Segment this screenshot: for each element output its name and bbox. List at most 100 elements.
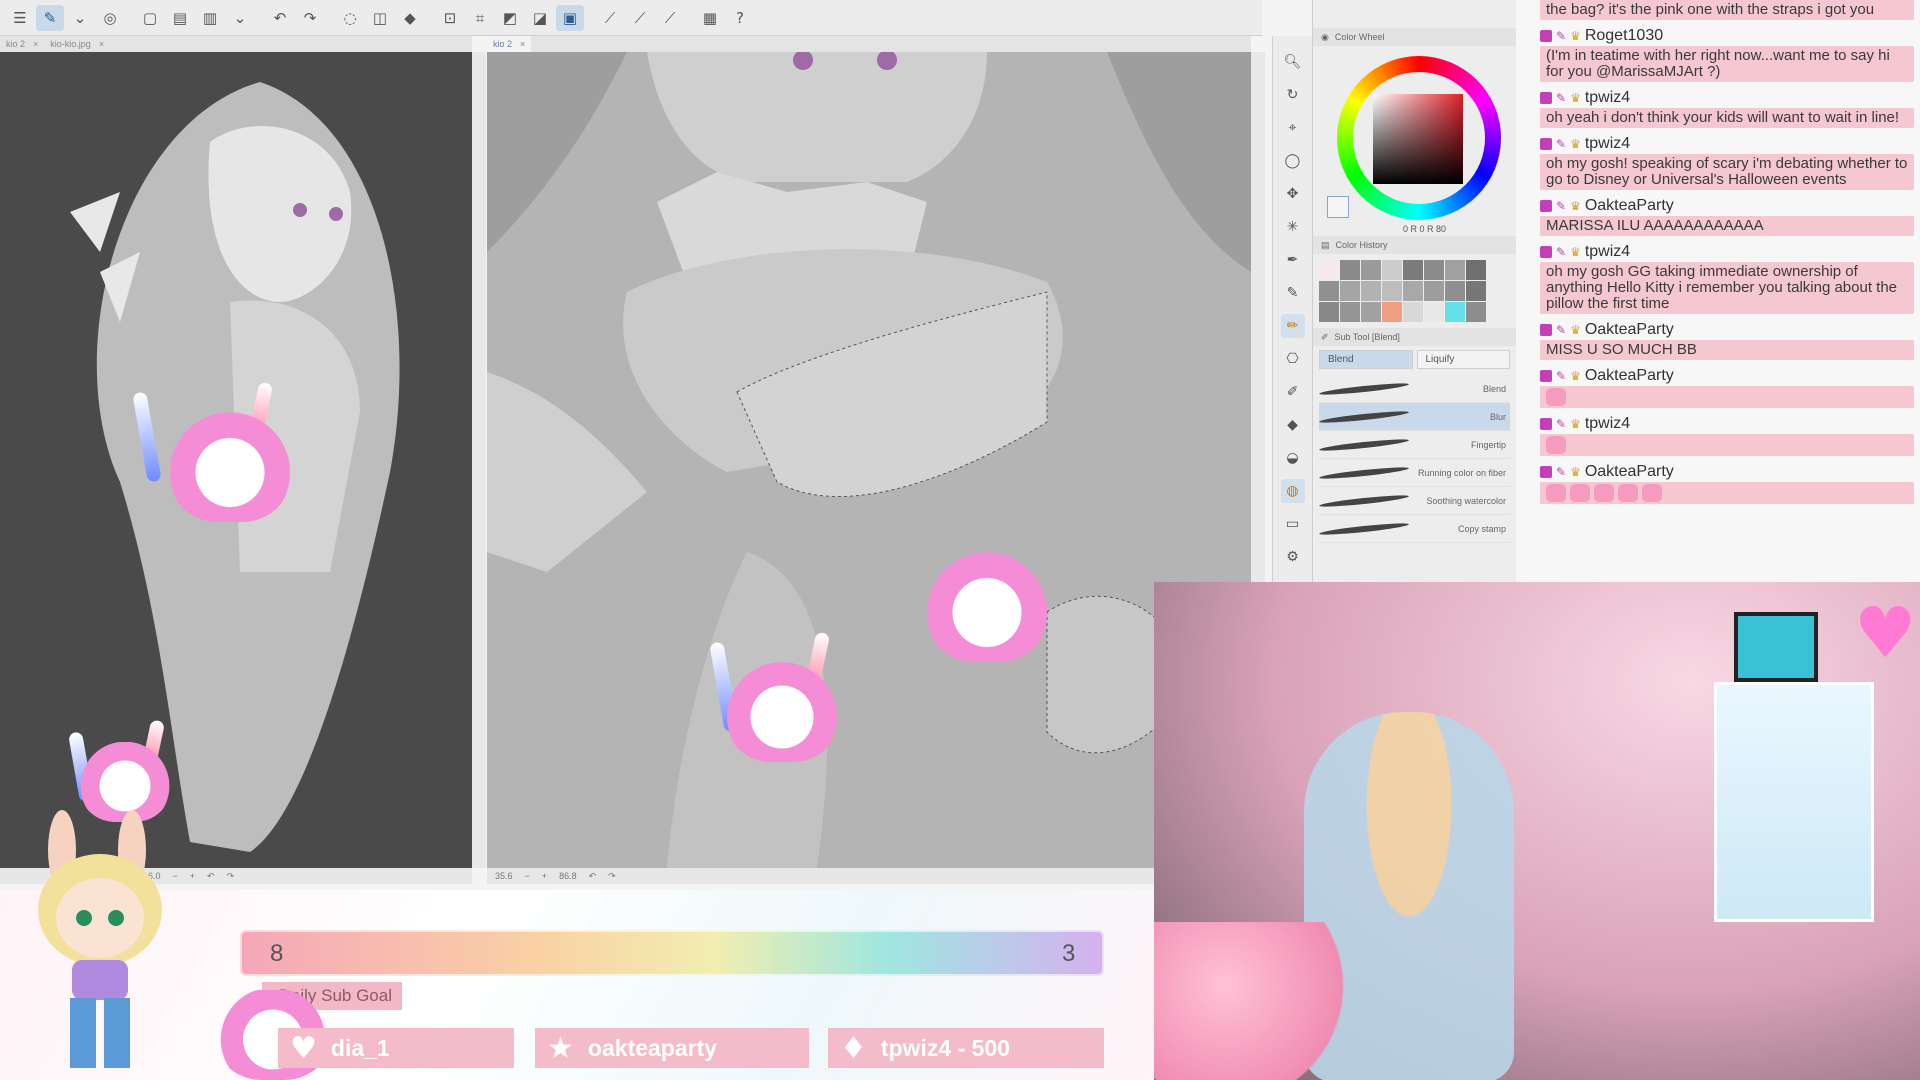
- snap-ruler-icon[interactable]: ⟋: [596, 5, 624, 31]
- color-history-swatch[interactable]: [1340, 281, 1360, 301]
- save-dropdown-icon[interactable]: ⌄: [226, 5, 254, 31]
- fill-icon[interactable]: ◆: [396, 5, 424, 31]
- invert-selection-icon[interactable]: ◩: [496, 5, 524, 31]
- color-wheel-header[interactable]: ◉ Color Wheel: [1313, 28, 1516, 46]
- close-icon[interactable]: ×: [99, 39, 104, 49]
- color-history-swatch[interactable]: [1424, 260, 1444, 280]
- blend-icon[interactable]: ◍: [1280, 479, 1305, 503]
- color-history-swatch[interactable]: [1445, 281, 1465, 301]
- main-canvas[interactable]: [487, 52, 1251, 868]
- eraser-icon[interactable]: ◆: [1281, 413, 1305, 437]
- deselect-icon[interactable]: ◌: [336, 5, 364, 31]
- brush-item[interactable]: Fingertip: [1318, 431, 1510, 459]
- rotate-left-icon[interactable]: ↶: [207, 871, 215, 882]
- brush-item[interactable]: Blur: [1318, 403, 1510, 431]
- zoom-in-icon[interactable]: +: [542, 871, 547, 881]
- redo-icon[interactable]: ↷: [296, 5, 324, 31]
- operation-icon[interactable]: ⌖: [1281, 116, 1305, 140]
- color-history-swatch[interactable]: [1466, 302, 1486, 322]
- color-history-swatch[interactable]: [1382, 302, 1402, 322]
- chat-username[interactable]: tpwiz4: [1585, 415, 1630, 433]
- settings-icon[interactable]: ⚙: [1281, 545, 1305, 569]
- chat-username[interactable]: OakteaParty: [1585, 463, 1674, 481]
- save-icon[interactable]: ▥: [196, 5, 224, 31]
- saturation-value-square[interactable]: [1373, 94, 1463, 184]
- color-wheel[interactable]: 0 R 0 R 80: [1313, 46, 1516, 236]
- rotate-right-icon[interactable]: ↷: [608, 871, 616, 882]
- tab-main-1[interactable]: kio 2 ×: [487, 36, 532, 52]
- figure-icon[interactable]: ▭: [1281, 512, 1305, 536]
- rotate-left-icon[interactable]: ↶: [589, 871, 597, 882]
- color-history-swatch[interactable]: [1361, 260, 1381, 280]
- rotate-icon[interactable]: ↻: [1281, 83, 1305, 107]
- new-file-icon[interactable]: ▢: [136, 5, 164, 31]
- chat-username[interactable]: OakteaParty: [1585, 197, 1674, 215]
- brush-item[interactable]: Running color on fiber: [1318, 459, 1510, 487]
- color-history-swatch[interactable]: [1424, 302, 1444, 322]
- chat-username[interactable]: OakteaParty: [1585, 367, 1674, 385]
- brush-item[interactable]: Blend: [1318, 375, 1510, 403]
- move-icon[interactable]: ✥: [1281, 182, 1305, 206]
- brush-item[interactable]: Copy stamp: [1318, 515, 1510, 543]
- reference-canvas[interactable]: [0, 52, 472, 868]
- undo-icon[interactable]: ↶: [266, 5, 294, 31]
- pen-icon[interactable]: ✎: [1281, 281, 1305, 305]
- tab-left-2[interactable]: kio-kio.jpg ×: [44, 36, 110, 52]
- chat-username[interactable]: OakteaParty: [1585, 321, 1674, 339]
- main-color-swatch[interactable]: [1327, 196, 1349, 218]
- brush-item[interactable]: Soothing watercolor: [1318, 487, 1510, 515]
- snap-grid-icon[interactable]: ⟋: [656, 5, 684, 31]
- color-history-swatch[interactable]: [1466, 260, 1486, 280]
- color-history-swatch[interactable]: [1382, 281, 1402, 301]
- chat-username[interactable]: Roget1030: [1585, 27, 1663, 45]
- show-selection-icon[interactable]: ▣: [556, 4, 584, 31]
- companion-icon[interactable]: ◎: [96, 5, 124, 31]
- transform-icon[interactable]: ⌗: [466, 5, 494, 31]
- pencil-icon[interactable]: ✏: [1280, 314, 1305, 338]
- close-icon[interactable]: ×: [520, 39, 525, 49]
- fill-bucket-icon[interactable]: ◒: [1281, 446, 1305, 470]
- eyedropper-icon[interactable]: ✒: [1281, 248, 1305, 272]
- zoom-value[interactable]: 35.6: [495, 871, 513, 881]
- snap-special-icon[interactable]: ⟋: [626, 5, 654, 31]
- zoom-out-icon[interactable]: −: [525, 871, 530, 881]
- menu-icon[interactable]: ☰: [6, 5, 34, 31]
- layer-property-icon[interactable]: ▦: [696, 5, 724, 31]
- color-history-swatch[interactable]: [1445, 302, 1465, 322]
- help-icon[interactable]: ?: [726, 5, 754, 31]
- zoom-icon[interactable]: 🔍︎: [1281, 50, 1305, 74]
- tab-left-1[interactable]: kio 2 ×: [0, 36, 44, 52]
- brush-settings-icon[interactable]: ✎: [36, 4, 64, 31]
- color-history-swatch[interactable]: [1340, 302, 1360, 322]
- chat-username[interactable]: tpwiz4: [1585, 135, 1630, 153]
- sub-tool-header[interactable]: ✐ Sub Tool [Blend]: [1313, 328, 1516, 346]
- stamp-icon[interactable]: ⎔: [1281, 347, 1305, 371]
- color-history-swatch[interactable]: [1319, 260, 1339, 280]
- color-history-swatch[interactable]: [1361, 302, 1381, 322]
- tab-blend[interactable]: Blend: [1319, 350, 1413, 369]
- magic-wand-icon[interactable]: ✳: [1281, 215, 1305, 239]
- lasso-icon[interactable]: ◯: [1281, 149, 1305, 173]
- close-icon[interactable]: ×: [33, 39, 38, 49]
- color-history-swatch[interactable]: [1319, 302, 1339, 322]
- color-history-swatch[interactable]: [1424, 281, 1444, 301]
- color-history-swatch[interactable]: [1403, 281, 1423, 301]
- color-history-swatch[interactable]: [1319, 281, 1339, 301]
- selection-mode-icon[interactable]: ◪: [526, 5, 554, 31]
- clear-icon[interactable]: ◫: [366, 5, 394, 31]
- color-history-swatch[interactable]: [1382, 260, 1402, 280]
- left-canvas-scrollbar[interactable]: [472, 52, 486, 868]
- color-history-swatch[interactable]: [1403, 302, 1423, 322]
- angle-value[interactable]: 86.8: [559, 871, 577, 881]
- chevron-down-icon[interactable]: ⌄: [66, 5, 94, 31]
- chat-username[interactable]: tpwiz4: [1585, 89, 1630, 107]
- color-history-swatch[interactable]: [1403, 260, 1423, 280]
- color-history-header[interactable]: ▤ Color History: [1313, 236, 1516, 254]
- color-history-swatch[interactable]: [1361, 281, 1381, 301]
- tab-liquify[interactable]: Liquify: [1416, 350, 1510, 369]
- brush-icon[interactable]: ✐: [1281, 380, 1305, 404]
- color-history-swatch[interactable]: [1466, 281, 1486, 301]
- rotate-right-icon[interactable]: ↷: [227, 871, 235, 882]
- color-history-swatch[interactable]: [1340, 260, 1360, 280]
- crop-icon[interactable]: ⊡: [436, 5, 464, 31]
